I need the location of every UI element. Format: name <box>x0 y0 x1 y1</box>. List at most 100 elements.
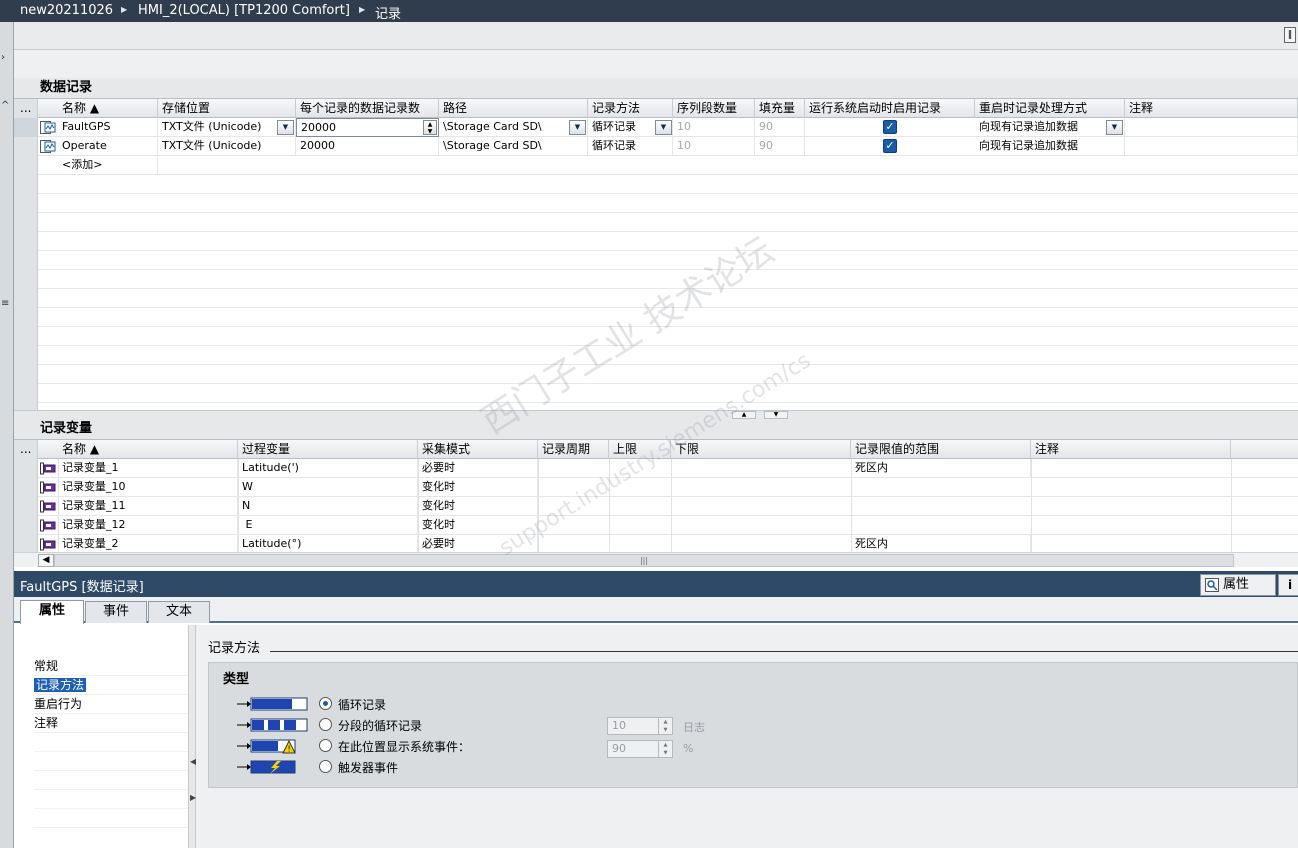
cell-name[interactable]: FaultGPS <box>58 118 158 137</box>
info-tab[interactable]: i <box>1278 574 1298 596</box>
cell-mode[interactable]: 变化时 <box>418 516 538 535</box>
radio-trigger-event[interactable] <box>319 760 332 773</box>
cell-name[interactable]: Operate <box>58 137 158 156</box>
tab-properties[interactable]: 属性 <box>20 600 84 624</box>
col-lower[interactable]: 下限 <box>671 440 851 459</box>
cell-mode[interactable]: 必要时 <box>418 535 538 552</box>
col-process-tag[interactable]: 过程变量 <box>238 440 418 459</box>
cell-storage[interactable]: TXT文件 (Unicode) <box>158 118 296 137</box>
grip-icon[interactable]: ≡ <box>1 298 9 309</box>
cell-process[interactable]: N <box>238 497 418 516</box>
col-storage[interactable]: 存储位置 <box>158 99 296 118</box>
cell-name[interactable]: 记录变量_12 <box>58 516 238 535</box>
table-row[interactable]: 记录变量_1 Latitude(') 必要时 死区内 <box>14 459 1298 478</box>
scroll-left-icon[interactable]: ◀ <box>38 554 54 567</box>
col-segments[interactable]: 序列段数量 <box>673 99 755 118</box>
nav-splitter[interactable]: ◀ ▶ <box>188 625 196 848</box>
radio-system-event-label[interactable]: 在此位置显示系统事件： <box>338 738 470 755</box>
properties-tab[interactable]: 属性 <box>1200 574 1276 596</box>
radio-segmented-log-label[interactable]: 分段的循环记录 <box>338 717 422 734</box>
records-spinner[interactable]: ▲ ▼ <box>423 120 437 135</box>
nav-item-log-method[interactable]: 记录方法 <box>34 676 188 695</box>
cell-name[interactable]: 记录变量_1 <box>58 459 238 478</box>
table-splitter[interactable]: ▲ ▼ <box>14 410 1298 419</box>
add-new-log[interactable]: <添加> <box>58 156 158 175</box>
cell-process[interactable]: W <box>238 478 418 497</box>
col-comment[interactable]: 注释 <box>1031 440 1231 459</box>
col-method[interactable]: 记录方法 <box>588 99 673 118</box>
col-name[interactable]: 名称 ▲ <box>58 440 238 459</box>
cell-name[interactable]: 记录变量_11 <box>58 497 238 516</box>
cell-name[interactable]: 记录变量_10 <box>58 478 238 497</box>
nav-item-restart[interactable]: 重启行为 <box>34 695 188 714</box>
cell-restart[interactable]: 向现有记录追加数据 <box>975 137 1125 156</box>
cell-path[interactable]: \Storage Card SD\ <box>439 118 588 137</box>
chevron-up-icon[interactable]: ^ <box>1 100 9 111</box>
col-path[interactable]: 路径 <box>439 99 588 118</box>
cell-range[interactable]: 死区内 <box>851 535 1031 552</box>
left-collapsed-pane[interactable]: › ^ ≡ <box>0 22 14 848</box>
cell-comment[interactable] <box>1125 137 1298 156</box>
row-selector[interactable] <box>14 516 38 535</box>
col-acquisition-mode[interactable]: 采集模式 <box>418 440 538 459</box>
col-cycle[interactable]: 记录周期 <box>538 440 609 459</box>
chevron-right-icon[interactable]: › <box>1 52 5 63</box>
cell-process[interactable]: E <box>238 516 418 535</box>
radio-system-event[interactable] <box>319 739 332 752</box>
row-selector[interactable] <box>14 535 38 552</box>
chevron-down-icon[interactable]: ▼ <box>764 411 788 419</box>
cell-records[interactable]: 20000 <box>296 137 439 156</box>
storage-dropdown-icon[interactable]: ▼ <box>277 120 294 135</box>
chevron-up-icon[interactable]: ▲ <box>732 411 756 419</box>
restart-dropdown-icon[interactable]: ▼ <box>1106 120 1123 135</box>
cell-process[interactable]: Latitude(') <box>238 459 418 478</box>
table-row[interactable]: 记录变量_2 Latitude(°) 必要时 死区内 <box>14 535 1298 553</box>
table-row[interactable]: 记录变量_11 N 变化时 <box>14 497 1298 516</box>
table-row[interactable]: 记录变量_10 W 变化时 <box>14 478 1298 497</box>
enable-on-start-checkbox[interactable]: ✓ <box>883 139 897 153</box>
radio-segmented-log[interactable] <box>319 718 332 731</box>
horizontal-scrollbar[interactable]: ◀ ||| <box>14 552 1298 567</box>
col-restart[interactable]: 重启时记录处理方式 <box>975 99 1125 118</box>
col-comment[interactable]: 注释 <box>1125 99 1298 118</box>
radio-circular-log-label[interactable]: 循环记录 <box>338 696 386 713</box>
radio-circular-log[interactable] <box>319 697 332 710</box>
split-editor-button[interactable]: ‖ <box>1284 27 1296 43</box>
col-ellipsis[interactable]: ... <box>14 99 38 118</box>
row-selector[interactable] <box>14 478 38 497</box>
nav-item-general[interactable]: 常规 <box>34 657 188 676</box>
col-records[interactable]: 每个记录的数据记录数 <box>296 99 439 118</box>
cell-name[interactable]: 记录变量_2 <box>58 535 238 552</box>
cell-method[interactable]: 循环记录 <box>588 137 673 156</box>
nav-item-comment[interactable]: 注释 <box>34 714 188 733</box>
cell-path[interactable]: \Storage Card SD\ <box>439 137 588 156</box>
path-dropdown-icon[interactable]: ▼ <box>569 120 586 135</box>
breadcrumb-device[interactable]: HMI_2(LOCAL) [TP1200 Comfort] <box>138 3 350 18</box>
cell-restart[interactable]: 向现有记录追加数据 <box>975 118 1125 137</box>
enable-on-start-checkbox[interactable]: ✓ <box>883 120 897 134</box>
cell-mode[interactable]: 变化时 <box>418 478 538 497</box>
add-row[interactable]: <添加> <box>14 156 1298 175</box>
col-upper[interactable]: 上限 <box>609 440 671 459</box>
tab-events[interactable]: 事件 <box>85 601 147 623</box>
col-fill[interactable]: 填充量 <box>755 99 805 118</box>
table-row[interactable]: 记录变量_12 E 变化时 <box>14 516 1298 535</box>
col-name[interactable]: 名称 ▲ <box>58 99 158 118</box>
cell-comment[interactable] <box>1125 118 1298 137</box>
row-selector[interactable] <box>14 118 38 137</box>
scroll-thumb[interactable]: ||| <box>54 554 1234 567</box>
col-enable-on-start[interactable]: 运行系统启动时启用记录 <box>805 99 975 118</box>
method-dropdown-icon[interactable]: ▼ <box>655 120 672 135</box>
tab-texts[interactable]: 文本 <box>148 601 210 623</box>
breadcrumb-project[interactable]: new20211026 <box>20 3 113 18</box>
cell-mode[interactable]: 变化时 <box>418 497 538 516</box>
cell-process[interactable]: Latitude(°) <box>238 535 418 552</box>
table-row[interactable]: FaultGPS TXT文件 (Unicode) ▼ 20000 ▲ ▼ \Sto… <box>14 118 1298 137</box>
cell-mode[interactable]: 必要时 <box>418 459 538 478</box>
col-ellipsis[interactable]: ... <box>14 440 38 459</box>
row-selector[interactable] <box>14 459 38 478</box>
table-row[interactable]: Operate TXT文件 (Unicode) 20000 \Storage C… <box>14 137 1298 156</box>
cell-range[interactable]: 死区内 <box>851 459 1031 478</box>
row-selector[interactable] <box>14 497 38 516</box>
radio-trigger-event-label[interactable]: 触发器事件 <box>338 759 398 776</box>
